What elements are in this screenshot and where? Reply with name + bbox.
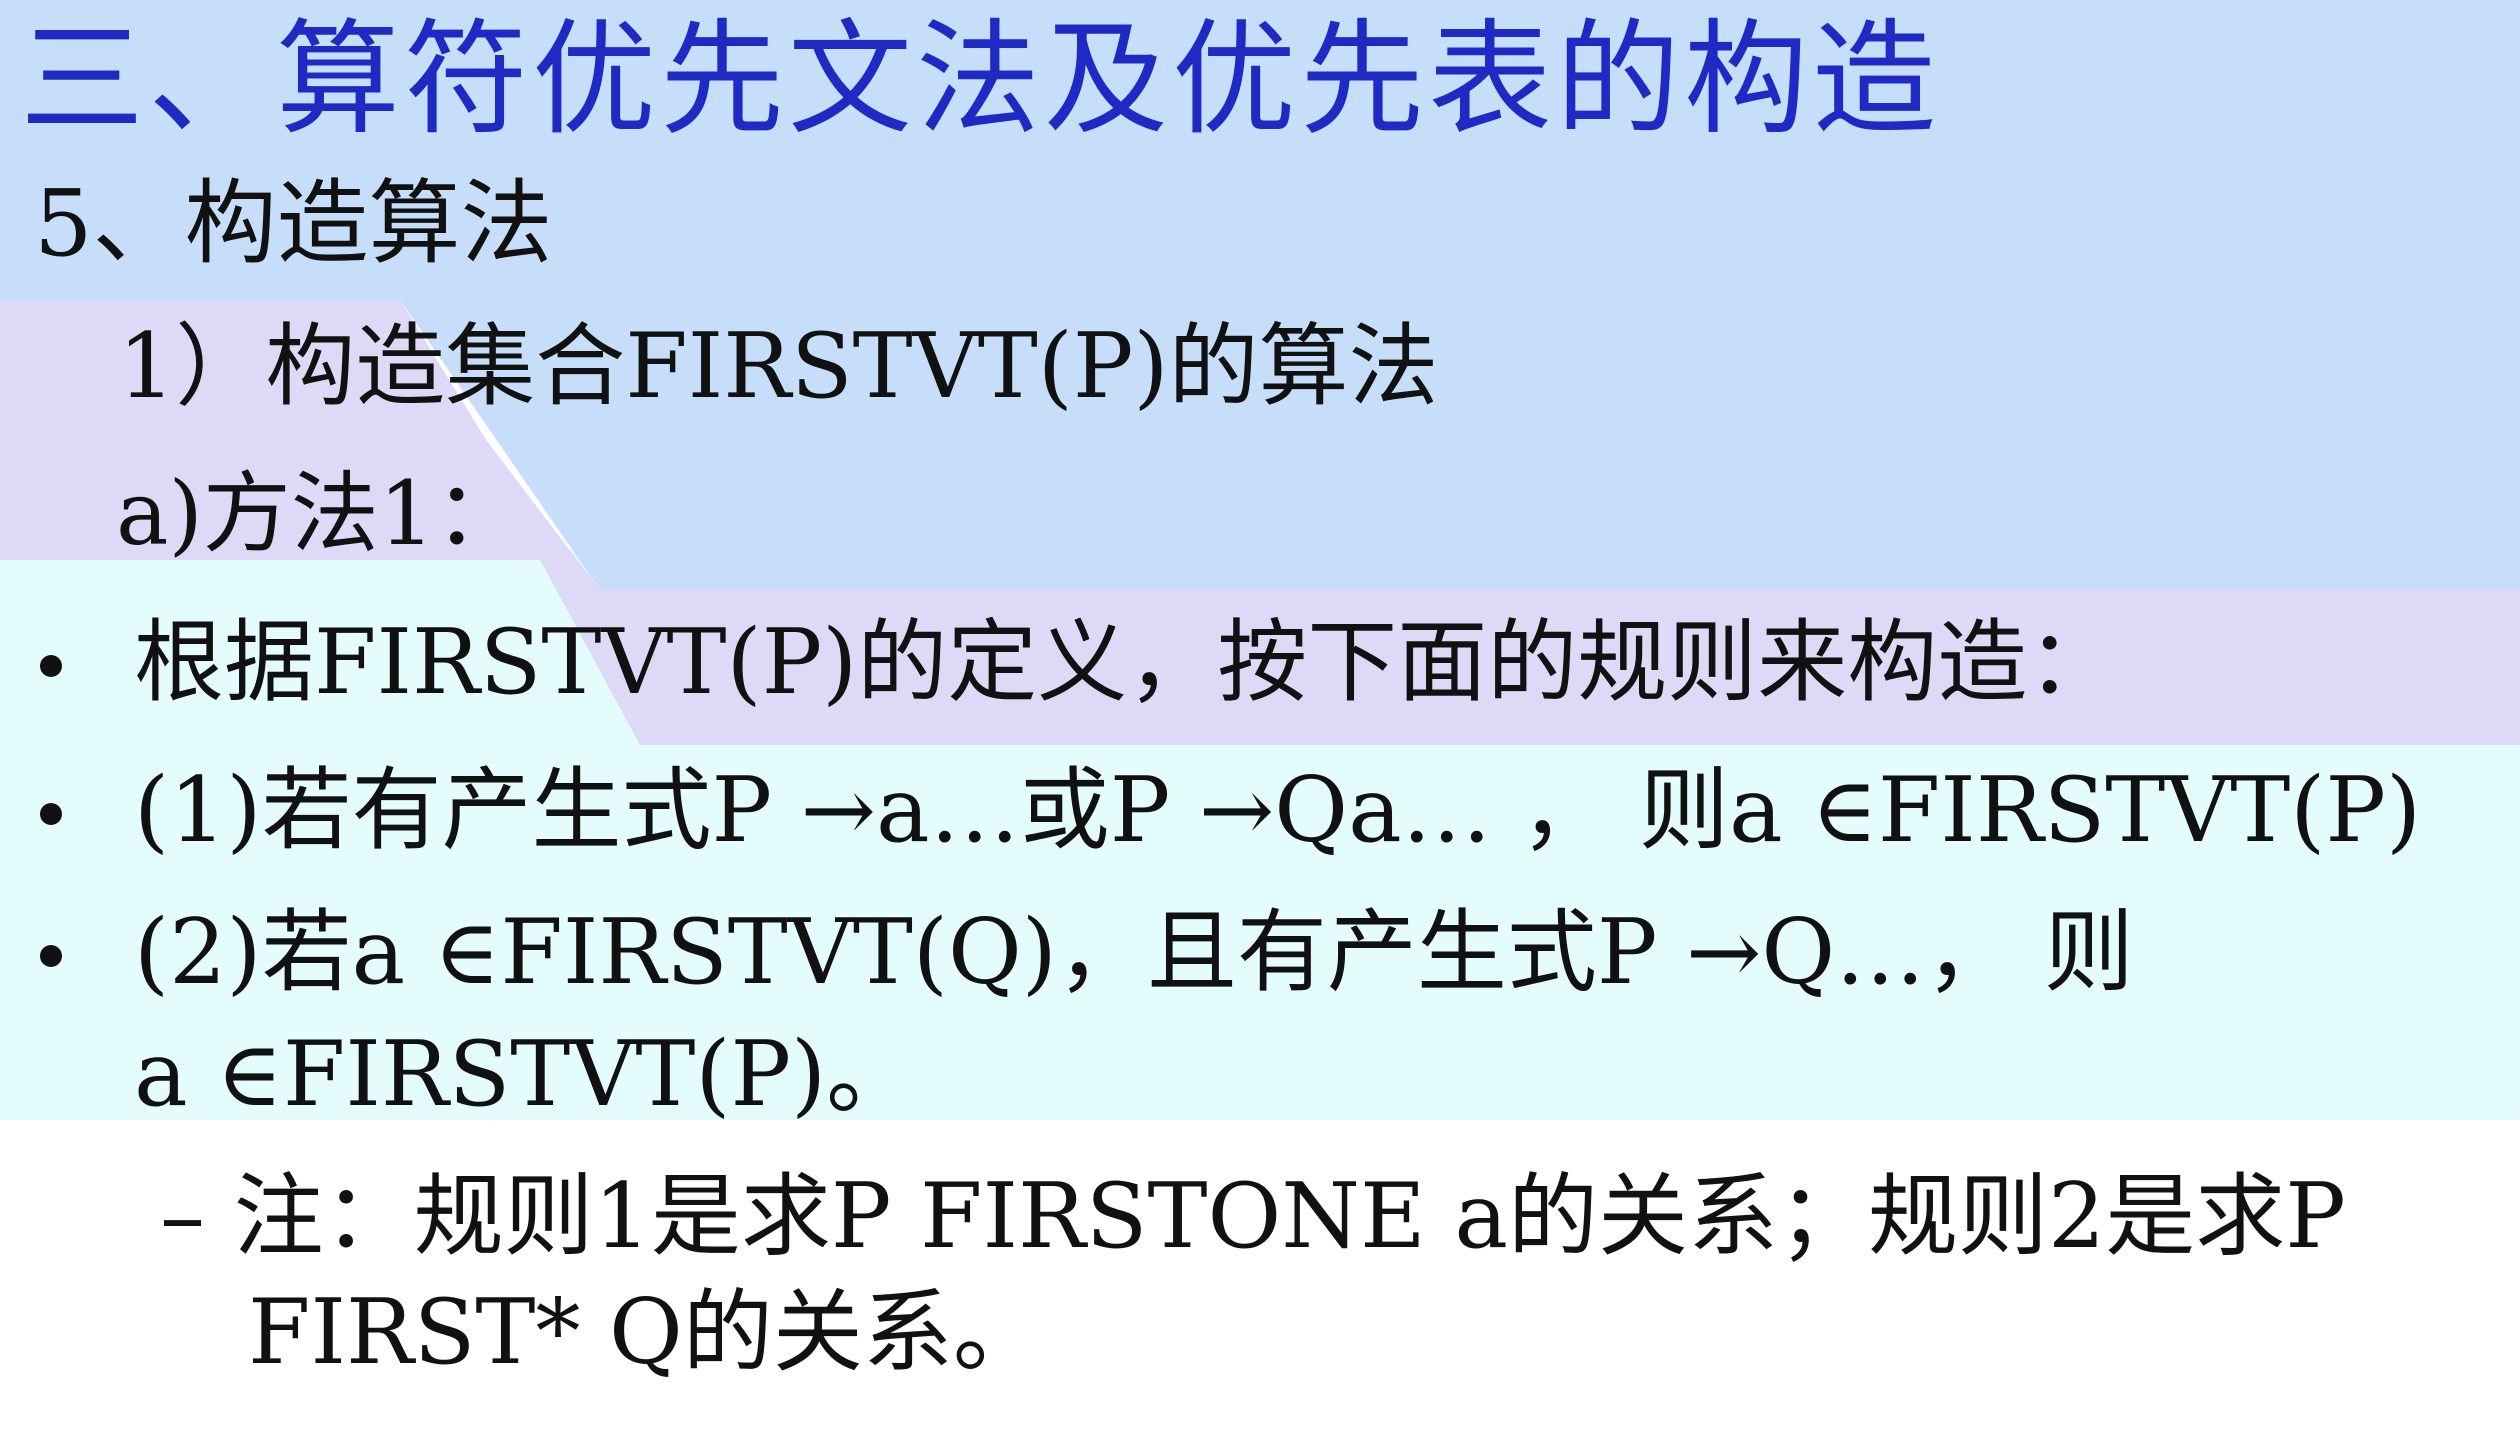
slide-title: 三、算符优先文法及优先表的构造 <box>20 8 1941 152</box>
bullet-dot <box>40 803 62 825</box>
subsection-heading: 1）构造集合FIRSTVT(P)的算法 <box>118 314 1439 419</box>
bullet-item-rule-2-continued: a ∈FIRSTVT(P)。 <box>134 1022 917 1127</box>
bullet-item-definition: 根据FIRSTVT(P)的定义，按下面的规则来构造： <box>134 610 2118 715</box>
section-heading: 5、构造算法 <box>34 170 553 277</box>
bullet-item-rule-1: (1)若有产生式P →a…或P →Qa… ， 则a ∈FIRSTVT(P) <box>134 758 2422 863</box>
method-label: a)方法1： <box>116 462 523 565</box>
note-text-continued: FIRST* Q的关系。 <box>248 1280 1043 1385</box>
bullet-dot <box>40 655 62 677</box>
note-text: – 注：规则1是求P FIRSTONE a的关系；规则2是求P <box>160 1164 2346 1269</box>
bullet-dot <box>40 945 62 967</box>
bullet-item-rule-2: (2)若a ∈FIRSTVT(Q)，且有产生式P →Q…， 则 <box>134 900 2134 1005</box>
